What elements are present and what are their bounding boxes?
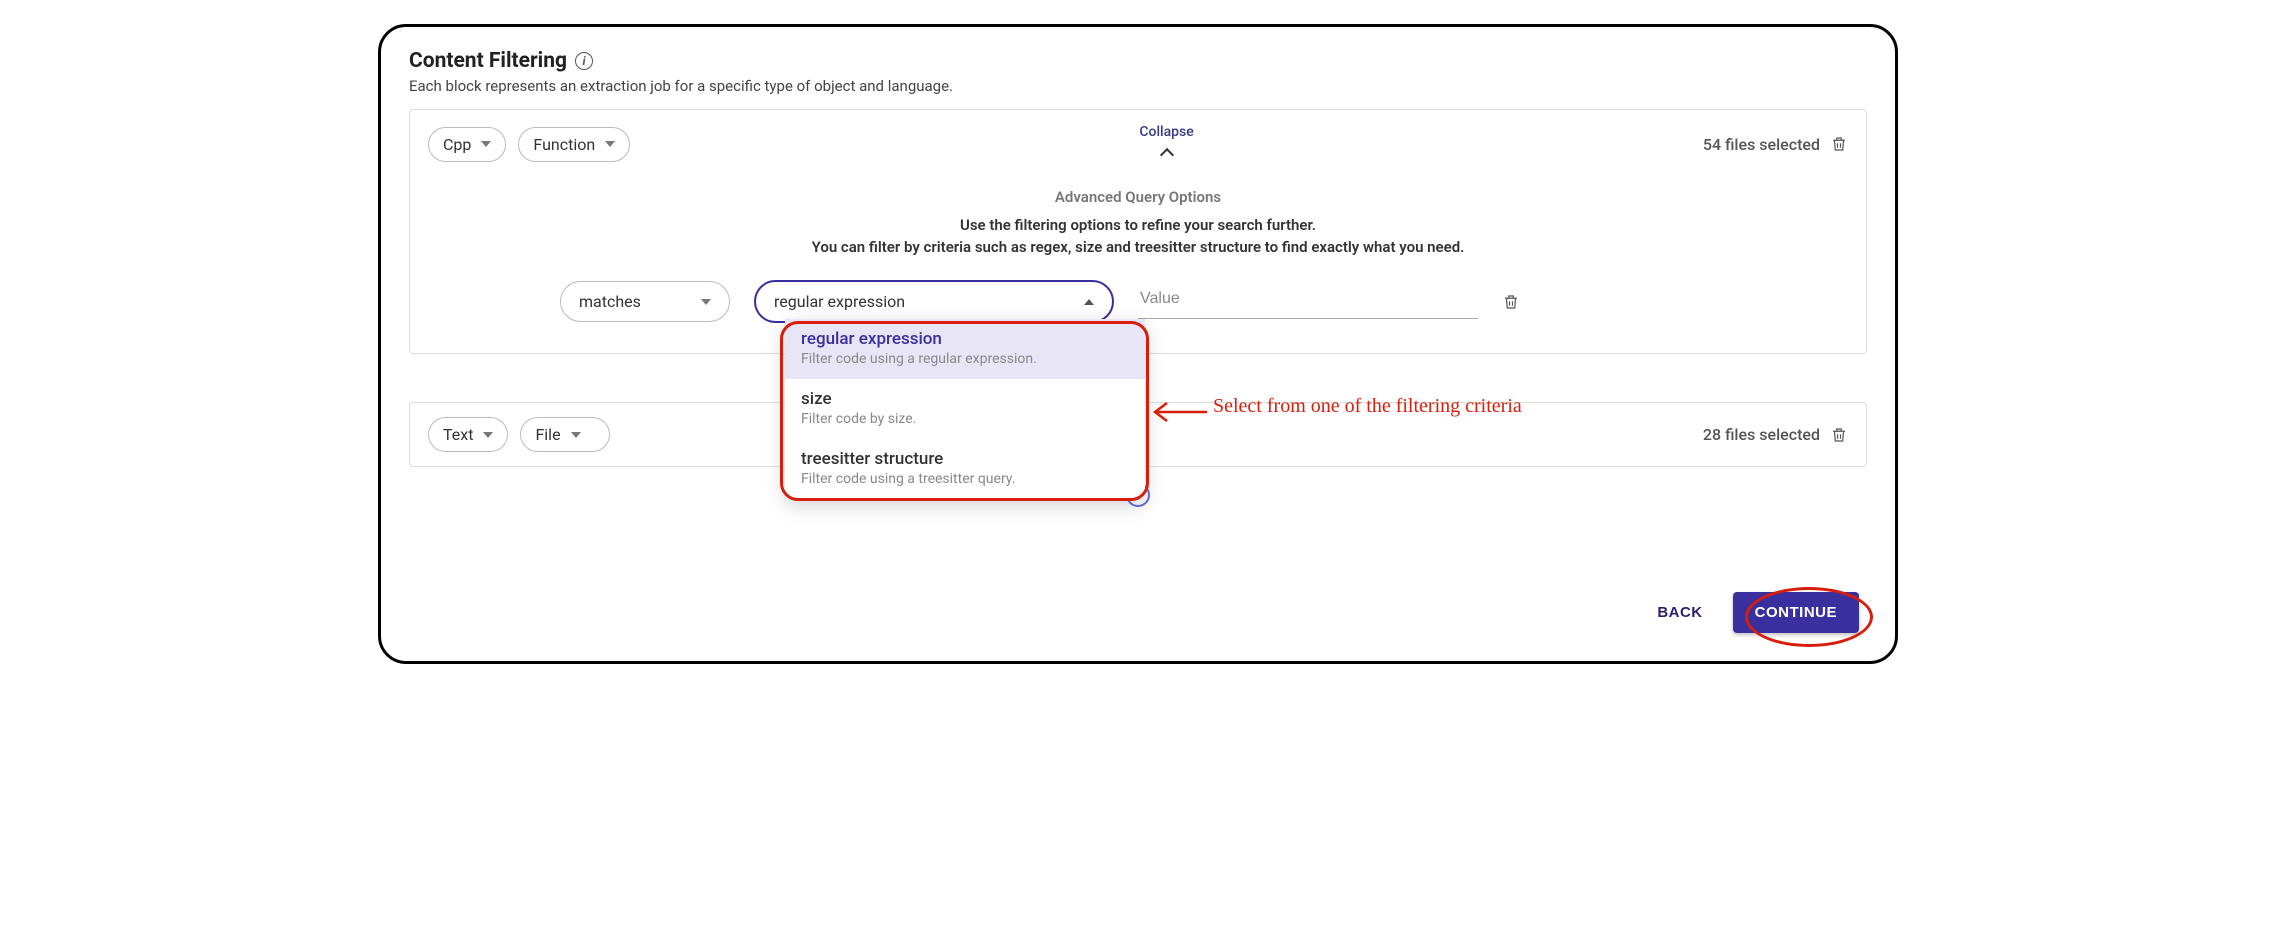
language-select[interactable]: Text: [428, 417, 508, 452]
block1-header: Cpp Function Collapse 54 files selected: [410, 110, 1866, 172]
object-type-select[interactable]: Function: [518, 127, 630, 162]
delete-block-button[interactable]: [1830, 425, 1848, 445]
matcher-select[interactable]: matches: [560, 281, 730, 322]
criteria-option-sub: Filter code using a treesitter query.: [801, 471, 1129, 487]
criteria-option-title: size: [801, 389, 1129, 409]
language-select-label: Text: [443, 425, 473, 444]
criteria-option-sub: Filter code by size.: [801, 411, 1129, 427]
language-select-label: Cpp: [443, 135, 471, 154]
page-title-text: Content Filtering: [409, 49, 567, 73]
footer-buttons: BACK CONTINUE: [1647, 592, 1859, 633]
trash-icon: [1830, 134, 1848, 154]
criteria-option-regex[interactable]: regular expression Filter code using a r…: [785, 319, 1145, 379]
annotation-text: Select from one of the filtering criteri…: [1213, 395, 1522, 418]
object-type-label: Function: [533, 135, 595, 154]
criteria-option-sub: Filter code using a regular expression.: [801, 351, 1129, 367]
caret-up-icon: [1084, 299, 1094, 305]
continue-button[interactable]: CONTINUE: [1733, 592, 1859, 633]
object-type-label: File: [535, 425, 560, 444]
criteria-option-size[interactable]: size Filter code by size.: [785, 379, 1145, 439]
criteria-option-title: regular expression: [801, 329, 1129, 349]
page-title: Content Filtering i: [409, 49, 1867, 73]
collapse-label: Collapse: [630, 124, 1703, 140]
criteria-dropdown: regular expression Filter code using a r…: [785, 319, 1145, 499]
matcher-label: matches: [579, 292, 641, 311]
collapse-toggle[interactable]: [630, 144, 1703, 164]
files-selected-count: 54 files selected: [1703, 135, 1820, 154]
trash-icon: [1830, 425, 1848, 445]
caret-down-icon: [605, 141, 615, 147]
caret-down-icon: [571, 432, 581, 438]
object-type-select[interactable]: File: [520, 417, 609, 452]
caret-down-icon: [701, 299, 711, 305]
trash-icon: [1502, 292, 1520, 312]
criteria-option-title: treesitter structure: [801, 449, 1129, 469]
files-selected-count: 28 files selected: [1703, 425, 1820, 444]
criteria-selected-label: regular expression: [774, 292, 905, 311]
delete-block-button[interactable]: [1830, 134, 1848, 154]
extraction-block-1: Cpp Function Collapse 54 files selected: [409, 109, 1867, 354]
caret-down-icon: [481, 141, 491, 147]
page-subtitle: Each block represents an extraction job …: [409, 77, 1867, 95]
advanced-query-title: Advanced Query Options: [410, 188, 1866, 206]
criteria-option-treesitter[interactable]: treesitter structure Filter code using a…: [785, 439, 1145, 499]
filter-value-input[interactable]: [1138, 284, 1478, 319]
content-filtering-panel: Content Filtering i Each block represent…: [378, 24, 1898, 664]
chevron-up-icon: [1159, 148, 1173, 162]
back-button[interactable]: BACK: [1647, 594, 1712, 631]
advanced-query-desc1: Use the filtering options to refine your…: [410, 216, 1866, 234]
info-icon[interactable]: i: [575, 52, 593, 70]
advanced-query-desc2: You can filter by criteria such as regex…: [410, 238, 1866, 256]
delete-filter-button[interactable]: [1502, 292, 1520, 312]
criteria-select[interactable]: regular expression: [754, 280, 1114, 323]
language-select[interactable]: Cpp: [428, 127, 506, 162]
caret-down-icon: [483, 432, 493, 438]
